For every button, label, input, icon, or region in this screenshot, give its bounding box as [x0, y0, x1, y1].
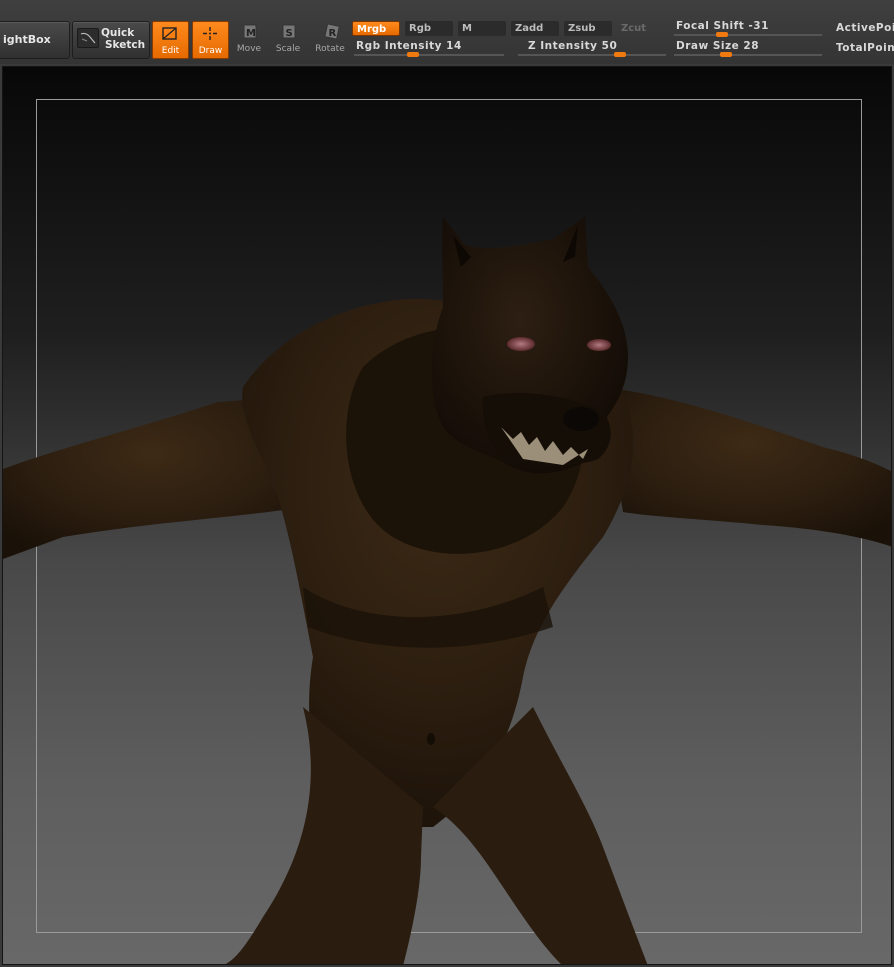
rgb-intensity-knob[interactable] — [407, 52, 419, 57]
scale-label: Scale — [275, 44, 301, 54]
z-intensity-slider[interactable] — [518, 54, 666, 56]
move-icon: M — [243, 24, 257, 39]
svg-text:R: R — [329, 28, 337, 39]
total-points-label: TotalPoint — [836, 42, 894, 54]
rgb-intensity-slider[interactable] — [354, 54, 504, 56]
m-toggle[interactable]: M — [458, 21, 506, 36]
z-intensity-label: Z Intensity 50 — [528, 40, 618, 52]
draw-label: Draw — [198, 46, 223, 56]
quick-sketch-icon — [77, 28, 99, 48]
rotate-button[interactable]: R Rotate — [313, 24, 347, 58]
zsub-toggle[interactable]: Zsub — [564, 21, 612, 36]
rotate-label: Rotate — [315, 44, 345, 54]
focal-shift-label: Focal Shift -31 — [676, 20, 769, 32]
mrgb-toggle[interactable]: Mrgb — [352, 21, 400, 36]
edit-button[interactable]: Edit — [152, 21, 189, 59]
focal-shift-knob[interactable] — [716, 32, 728, 37]
svg-text:M: M — [246, 28, 256, 39]
z-intensity-knob[interactable] — [614, 52, 626, 57]
quick-sketch-button[interactable]: Quick Sketch — [72, 21, 150, 59]
focal-shift-slider[interactable] — [674, 34, 822, 36]
rgb-toggle[interactable]: Rgb — [405, 21, 453, 36]
draw-size-label: Draw Size 28 — [676, 40, 759, 52]
move-label: Move — [236, 44, 262, 54]
lightbox-button[interactable]: ightBox — [0, 21, 70, 59]
draw-icon — [203, 27, 217, 40]
scale-button[interactable]: S Scale — [271, 24, 305, 58]
rotate-icon: R — [324, 24, 339, 40]
edit-label: Edit — [161, 46, 180, 56]
draw-button[interactable]: Draw — [192, 21, 229, 59]
rgb-intensity-label: Rgb Intensity 14 — [356, 40, 462, 52]
active-points-label: ActivePoin — [836, 22, 894, 34]
draw-size-slider[interactable] — [674, 54, 822, 56]
scale-icon: S — [282, 24, 296, 39]
zcut-toggle[interactable]: Zcut — [617, 21, 665, 36]
draw-size-knob[interactable] — [720, 52, 732, 57]
edit-icon — [162, 27, 177, 40]
zadd-toggle[interactable]: Zadd — [511, 21, 559, 36]
canvas-viewport[interactable] — [2, 66, 892, 965]
top-toolbar: ightBox Quick Sketch Edit Draw M Move S — [0, 0, 894, 64]
svg-text:S: S — [286, 28, 293, 39]
lightbox-label: ightBox — [3, 33, 51, 46]
werewolf-model — [3, 217, 891, 964]
move-button[interactable]: M Move — [232, 24, 266, 58]
quick-sketch-label-line2: Sketch — [105, 39, 146, 51]
quick-sketch-label-line1: Quick — [101, 27, 135, 39]
